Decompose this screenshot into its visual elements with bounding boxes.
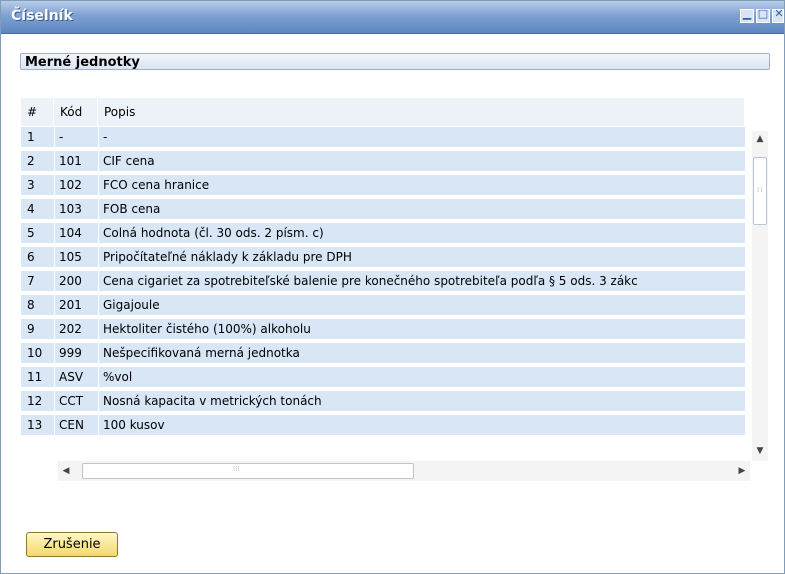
- scroll-left-icon[interactable]: ◀: [58, 461, 74, 481]
- cell-kod: 102: [59, 178, 82, 192]
- table-row[interactable]: 9 202 Hektoliter čistého (100%) alkoholu: [21, 319, 745, 341]
- title-bar[interactable]: Číselník ▁ □ ✕: [1, 1, 784, 34]
- maximize-button[interactable]: □: [756, 7, 770, 23]
- table-row[interactable]: 12 CCT Nosná kapacita v metrických tonác…: [21, 391, 745, 413]
- cell-popis: 100 kusov: [103, 418, 165, 432]
- row-number: 13: [27, 418, 43, 432]
- cell-kod: 101: [59, 154, 82, 168]
- table-row[interactable]: 5 104 Colná hodnota (čl. 30 ods. 2 písm.…: [21, 223, 745, 245]
- row-number: 7: [27, 274, 35, 288]
- table-row[interactable]: 13 CEN 100 kusov: [21, 415, 745, 437]
- scroll-right-icon[interactable]: ▶: [734, 461, 750, 481]
- cancel-button[interactable]: Zrušenie: [26, 532, 118, 557]
- vertical-scroll-thumb[interactable]: ⁞⁞: [753, 157, 767, 225]
- row-number: 8: [27, 298, 35, 312]
- table-row[interactable]: 6 105 Pripočítateľné náklady k základu p…: [21, 247, 745, 269]
- cell-kod: 105: [59, 250, 82, 264]
- cell-kod: ASV: [59, 370, 84, 384]
- cell-popis: Pripočítateľné náklady k základu pre DPH: [103, 250, 352, 264]
- cell-kod: CEN: [59, 418, 84, 432]
- row-number: 12: [27, 394, 43, 408]
- row-number: 5: [27, 226, 35, 240]
- column-divider: [54, 127, 55, 437]
- row-number: 10: [27, 346, 43, 360]
- cell-popis: FOB cena: [103, 202, 161, 216]
- cell-kod: 104: [59, 226, 82, 240]
- table-row[interactable]: 3 102 FCO cena hranice: [21, 175, 745, 197]
- scroll-up-icon[interactable]: ▲: [752, 131, 768, 147]
- cell-popis: CIF cena: [103, 154, 155, 168]
- row-number: 9: [27, 322, 35, 336]
- cell-kod: -: [59, 130, 64, 144]
- cell-kod: 202: [59, 322, 82, 336]
- horizontal-scrollbar[interactable]: ◀ ⁞⁞⁞ ▶: [58, 461, 750, 481]
- table-row[interactable]: 2 101 CIF cena: [21, 151, 745, 173]
- row-number: 1: [27, 130, 35, 144]
- table-row[interactable]: 8 201 Gigajoule: [21, 295, 745, 317]
- row-number: 6: [27, 250, 35, 264]
- cell-popis: Gigajoule: [103, 298, 160, 312]
- table-row[interactable]: 4 103 FOB cena: [21, 199, 745, 221]
- cell-popis: Cena cigariet za spotrebiteľské balenie …: [103, 274, 638, 288]
- cell-kod: 201: [59, 298, 82, 312]
- cell-kod: 103: [59, 202, 82, 216]
- close-icon: ✕: [774, 7, 784, 20]
- table-row[interactable]: 7 200 Cena cigariet za spotrebiteľské ba…: [21, 271, 745, 293]
- window-title: Číselník: [11, 8, 73, 24]
- cell-popis: FCO cena hranice: [103, 178, 210, 192]
- close-button[interactable]: ✕: [772, 7, 784, 23]
- table-name-field: Merné jednotky: [20, 53, 770, 70]
- cell-kod: 999: [59, 346, 82, 360]
- dialog-window: Číselník ▁ □ ✕ Merné jednotky # Kód Popi…: [0, 0, 785, 574]
- cell-popis: Nosná kapacita v metrických tonách: [103, 394, 322, 408]
- grip-icon: ⁞⁞: [757, 186, 764, 194]
- column-header-kod[interactable]: Kód: [54, 98, 98, 126]
- minimize-icon: ▁: [742, 7, 752, 20]
- row-number: 3: [27, 178, 35, 192]
- cell-kod: CCT: [59, 394, 84, 408]
- scroll-down-icon[interactable]: ▼: [752, 443, 768, 459]
- cell-popis: Colná hodnota (čl. 30 ods. 2 písm. c): [103, 226, 324, 240]
- cell-popis: Hektoliter čistého (100%) alkoholu: [103, 322, 311, 336]
- table-row[interactable]: 1 - -: [21, 127, 745, 149]
- row-number: 2: [27, 154, 35, 168]
- grip-icon: ⁞⁞⁞: [233, 465, 240, 473]
- cell-kod: 200: [59, 274, 82, 288]
- column-header-number[interactable]: #: [21, 98, 54, 126]
- cell-popis: Nešpecifikovaná merná jednotka: [103, 346, 300, 360]
- column-header-popis[interactable]: Popis: [98, 98, 745, 126]
- row-number: 11: [27, 370, 43, 384]
- maximize-icon: □: [757, 7, 769, 20]
- column-divider: [98, 127, 99, 437]
- minimize-button[interactable]: ▁: [740, 7, 754, 23]
- vertical-scrollbar[interactable]: ▲ ⁞⁞ ▼: [752, 131, 768, 461]
- row-number: 4: [27, 202, 35, 216]
- table-row[interactable]: 11 ASV %vol: [21, 367, 745, 389]
- cell-popis: %vol: [103, 370, 133, 384]
- cell-popis: -: [103, 130, 108, 144]
- horizontal-scroll-thumb[interactable]: ⁞⁞⁞: [82, 463, 414, 479]
- table-row[interactable]: 10 999 Nešpecifikovaná merná jednotka: [21, 343, 745, 365]
